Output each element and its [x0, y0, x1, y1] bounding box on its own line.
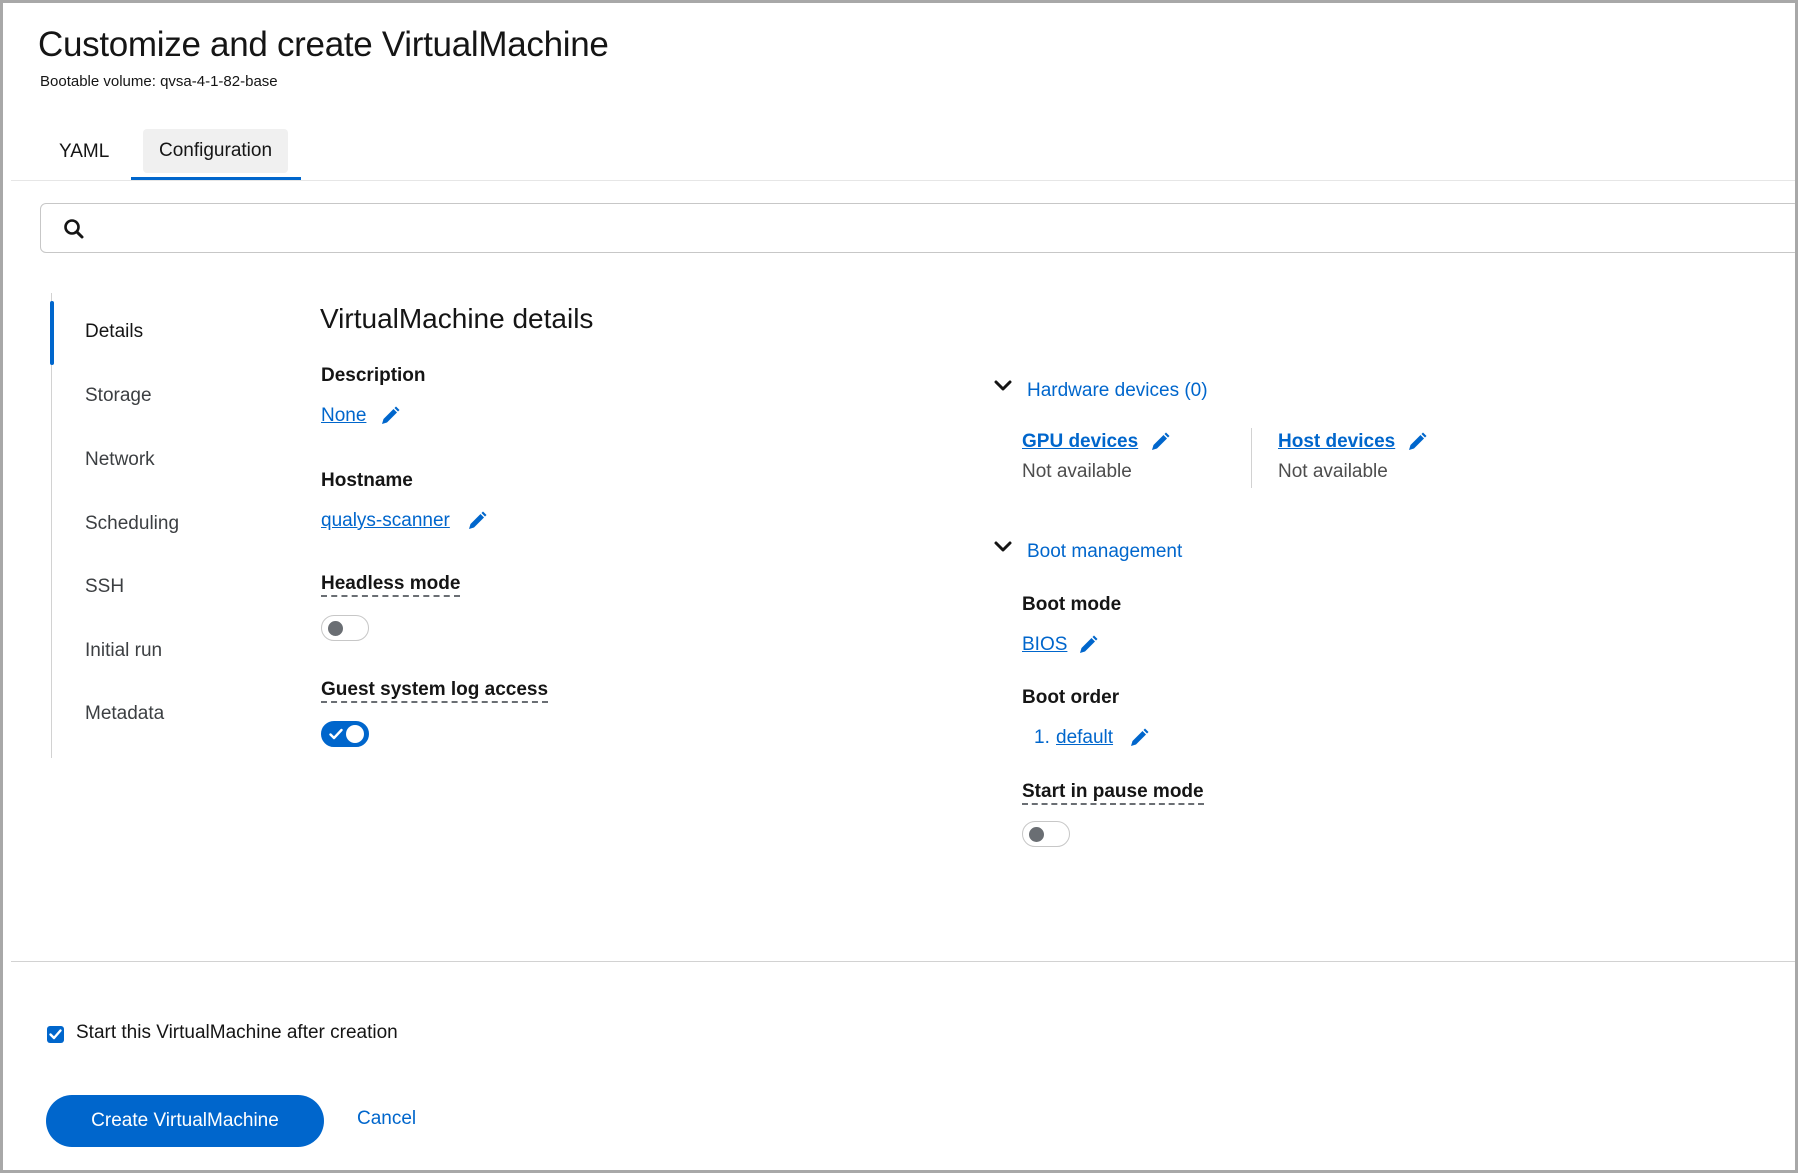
cancel-button[interactable]: Cancel	[357, 1108, 416, 1130]
start-in-pause-mode-toggle[interactable]	[1022, 821, 1070, 847]
sidebar-item-scheduling[interactable]: Scheduling	[85, 513, 179, 535]
description-value-link[interactable]: None	[321, 405, 366, 427]
edit-pencil-icon[interactable]	[379, 405, 401, 427]
page-subtitle: Bootable volume: qvsa-4-1-82-base	[40, 73, 278, 90]
gpu-devices-link[interactable]: GPU devices	[1022, 431, 1138, 453]
sidebar-item-storage[interactable]: Storage	[85, 385, 152, 407]
toggle-knob	[346, 725, 364, 743]
check-icon	[329, 728, 343, 740]
pause-mode-label-wrap: Start in pause mode	[1022, 781, 1204, 805]
hardware-divider	[1251, 428, 1252, 488]
headless-mode-toggle[interactable]	[321, 615, 369, 641]
headless-mode-label-wrap: Headless mode	[321, 573, 461, 597]
edit-pencil-icon[interactable]	[466, 510, 488, 532]
boot-mode-label: Boot mode	[1022, 594, 1122, 615]
boot-order-label: Boot order	[1022, 687, 1120, 708]
sidebar-item-initial-run[interactable]: Initial run	[85, 640, 162, 662]
edit-pencil-icon[interactable]	[1149, 431, 1171, 453]
search-icon	[64, 219, 84, 239]
host-devices-value: Not available	[1278, 461, 1388, 482]
hostname-label: Hostname	[321, 470, 413, 491]
section-title: VirtualMachine details	[320, 303, 594, 334]
chevron-down-icon[interactable]	[993, 537, 1013, 557]
headless-mode-label[interactable]: Headless mode	[321, 573, 461, 597]
boot-management-toggle[interactable]: Boot management	[1027, 541, 1182, 563]
start-after-creation-checkbox[interactable]	[47, 1026, 64, 1043]
search-input[interactable]	[40, 203, 1795, 253]
edit-pencil-icon[interactable]	[1128, 727, 1150, 749]
sidebar-item-details[interactable]: Details	[85, 321, 143, 343]
create-virtualmachine-button[interactable]: Create VirtualMachine	[46, 1095, 324, 1147]
tab-configuration[interactable]: Configuration	[143, 129, 289, 173]
footer-divider	[11, 961, 1795, 962]
chevron-down-icon[interactable]	[993, 376, 1013, 396]
hostname-value-link[interactable]: qualys-scanner	[321, 510, 450, 532]
start-after-creation-label[interactable]: Start this VirtualMachine after creation	[76, 1022, 398, 1044]
boot-mode-value-link[interactable]: BIOS	[1022, 634, 1067, 656]
boot-order-value-link[interactable]: default	[1056, 727, 1113, 749]
host-devices-link[interactable]: Host devices	[1278, 431, 1395, 453]
toggle-knob	[328, 621, 343, 636]
sidebar-item-metadata[interactable]: Metadata	[85, 703, 164, 725]
sidebar-active-indicator	[50, 301, 54, 365]
sidebar-item-network[interactable]: Network	[85, 449, 155, 471]
page-title: Customize and create VirtualMachine	[38, 25, 609, 64]
edit-pencil-icon[interactable]	[1406, 431, 1428, 453]
boot-order-index: 1.	[1034, 727, 1050, 748]
tabs-divider	[11, 180, 1795, 181]
description-label: Description	[321, 365, 426, 386]
gpu-devices-value: Not available	[1022, 461, 1132, 482]
wizard-window: Customize and create VirtualMachine Boot…	[0, 0, 1798, 1173]
check-icon	[49, 1029, 62, 1040]
toggle-knob	[1029, 827, 1044, 842]
edit-pencil-icon[interactable]	[1077, 634, 1099, 656]
hardware-devices-toggle[interactable]: Hardware devices (0)	[1027, 380, 1208, 402]
start-in-pause-mode-label[interactable]: Start in pause mode	[1022, 781, 1204, 805]
guest-log-label-wrap: Guest system log access	[321, 679, 549, 703]
tab-yaml[interactable]: YAML	[53, 129, 115, 175]
guest-log-access-label[interactable]: Guest system log access	[321, 679, 549, 703]
sidebar-item-ssh[interactable]: SSH	[85, 576, 124, 598]
guest-log-access-toggle[interactable]	[321, 721, 369, 747]
